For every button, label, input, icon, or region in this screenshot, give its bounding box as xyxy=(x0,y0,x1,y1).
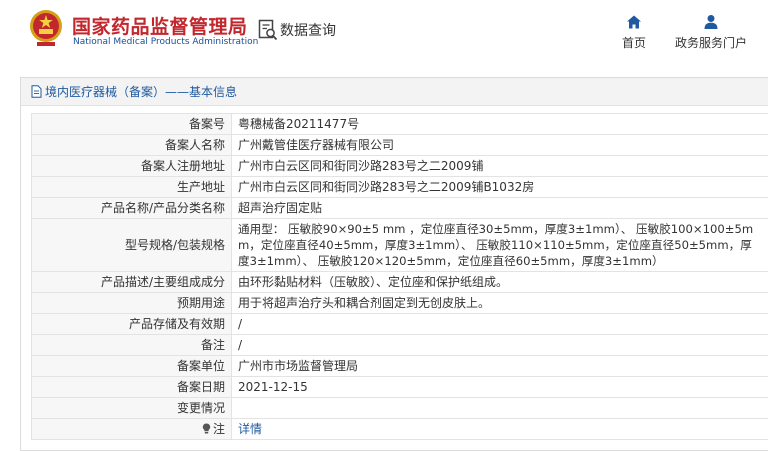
detail-panel: 境内医疗器械（备案）——基本信息 备案号 粤穗械备20211477号 备案人名称… xyxy=(20,77,768,451)
nav-gov-services-label: 政务服务门户 xyxy=(674,36,747,50)
field-label: 型号规格/包装规格 xyxy=(31,218,232,272)
field-value: 广州市白云区同和街同沙路283号之二2009铺B1032房 xyxy=(231,176,768,198)
table-row: 产品描述/主要组成成分 由环形黏贴材料（压敏胶）、定位座和保护纸组成。 xyxy=(31,271,768,293)
org-name-en: National Medical Products Administration xyxy=(73,37,259,47)
user-icon xyxy=(704,15,718,29)
field-label: 产品描述/主要组成成分 xyxy=(31,271,232,293)
table-row: 备案单位 广州市市场监督管理局 xyxy=(31,355,768,377)
table-row: 备案号 粤穗械备20211477号 xyxy=(31,113,768,135)
nav-home[interactable]: 首页 xyxy=(614,14,654,51)
note-label: 注 xyxy=(212,422,225,436)
table-row: 产品名称/产品分类名称 超声治疗固定贴 xyxy=(31,197,768,219)
field-label: 变更情况 xyxy=(31,397,232,419)
table-row: 备案日期 2021-12-15 xyxy=(31,376,768,398)
nav-gov-services[interactable]: 政务服务门户 xyxy=(671,14,751,51)
field-label: 备注 xyxy=(31,334,232,356)
table-row: 备案人名称 广州戴管佳医疗器械有限公司 xyxy=(31,134,768,156)
field-label: 备案单位 xyxy=(31,355,232,377)
document-icon xyxy=(31,85,42,98)
data-search-label: 数据查询 xyxy=(280,23,336,39)
home-icon xyxy=(627,15,641,29)
field-value: 粤穗械备20211477号 xyxy=(231,113,768,135)
field-label: 产品存储及有效期 xyxy=(31,313,232,335)
national-emblem-icon xyxy=(30,10,62,46)
field-value: 由环形黏贴材料（压敏胶）、定位座和保护纸组成。 xyxy=(231,271,768,293)
breadcrumb: 境内医疗器械（备案）——基本信息 xyxy=(21,78,768,106)
data-search-icon xyxy=(258,19,278,41)
table-row: 注 详情 xyxy=(31,418,768,440)
lightbulb-icon xyxy=(202,423,211,434)
table-row: 预期用途 用于将超声治疗头和耦合剂固定到无创皮肤上。 xyxy=(31,292,768,314)
field-value: 2021-12-15 xyxy=(231,376,768,398)
note-value-cell: 详情 xyxy=(231,418,768,440)
field-value xyxy=(231,397,768,419)
org-name-cn: 国家药品监督管理局 xyxy=(72,16,248,38)
nav-home-label: 首页 xyxy=(621,36,646,50)
field-value: 广州市市场监督管理局 xyxy=(231,355,768,377)
basic-info-table: 备案号 粤穗械备20211477号 备案人名称 广州戴管佳医疗器械有限公司 备案… xyxy=(31,113,768,440)
field-value: / xyxy=(231,334,768,356)
site-header: 国家药品监督管理局 National Medical Products Admi… xyxy=(0,0,768,66)
field-label: 产品名称/产品分类名称 xyxy=(31,197,232,219)
field-value: 用于将超声治疗头和耦合剂固定到无创皮肤上。 xyxy=(231,292,768,314)
field-value: 超声治疗固定贴 xyxy=(231,197,768,219)
table-row: 生产地址 广州市白云区同和街同沙路283号之二2009铺B1032房 xyxy=(31,176,768,198)
field-label: 预期用途 xyxy=(31,292,232,314)
field-label: 备案日期 xyxy=(31,376,232,398)
table-row: 备案人注册地址 广州市白云区同和街同沙路283号之二2009铺 xyxy=(31,155,768,177)
field-value: 通用型： 压敏胶90×90±5 mm ，定位座直径30±5mm，厚度3±1mm）… xyxy=(231,218,768,272)
note-label-cell: 注 xyxy=(31,418,232,440)
field-label: 备案人名称 xyxy=(31,134,232,156)
data-search-link[interactable]: 数据查询 xyxy=(258,19,336,41)
field-value: 广州市白云区同和街同沙路283号之二2009铺 xyxy=(231,155,768,177)
table-row: 产品存储及有效期 / xyxy=(31,313,768,335)
details-link[interactable]: 详情 xyxy=(238,422,262,436)
table-row: 备注 / xyxy=(31,334,768,356)
table-row: 型号规格/包装规格 通用型： 压敏胶90×90±5 mm ，定位座直径30±5m… xyxy=(31,218,768,272)
field-value: 广州戴管佳医疗器械有限公司 xyxy=(231,134,768,156)
breadcrumb-text: 境内医疗器械（备案）——基本信息 xyxy=(45,85,238,99)
field-label: 生产地址 xyxy=(31,176,232,198)
table-row: 变更情况 xyxy=(31,397,768,419)
field-label: 备案号 xyxy=(31,113,232,135)
field-label: 备案人注册地址 xyxy=(31,155,232,177)
field-value: / xyxy=(231,313,768,335)
